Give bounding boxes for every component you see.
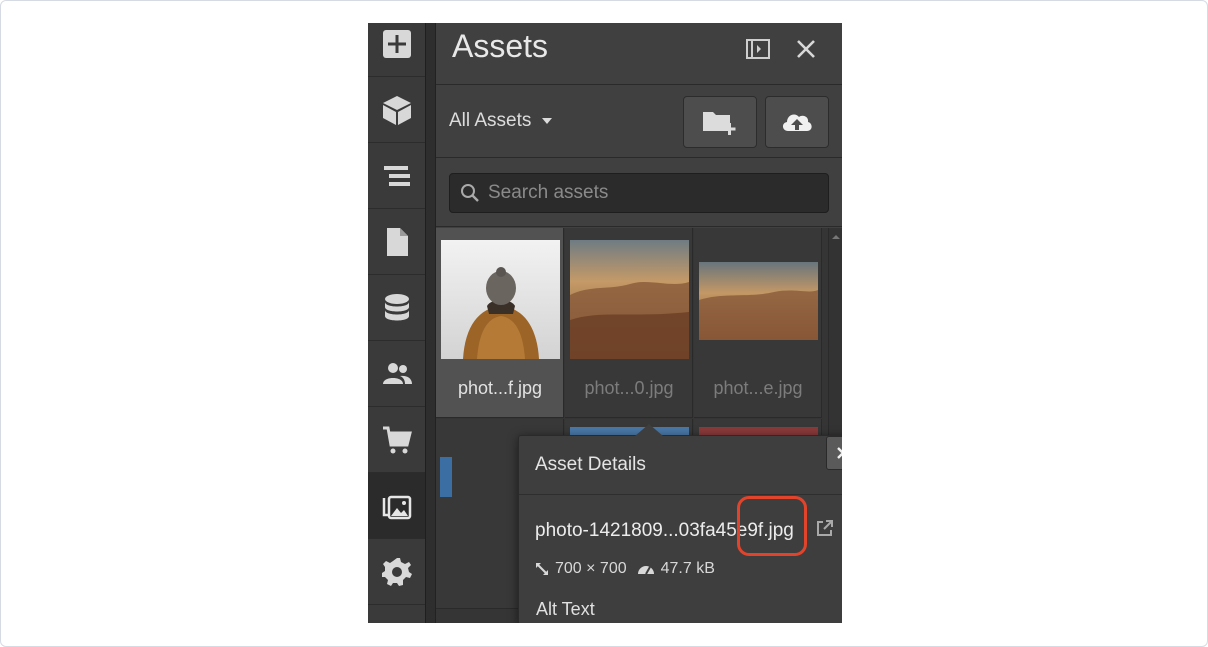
cloud-upload-icon xyxy=(782,114,812,131)
search-icon xyxy=(461,184,479,202)
asset-thumbnail xyxy=(440,457,452,497)
asset-name: phot...e.jpg xyxy=(713,378,803,398)
chevron-down-icon xyxy=(542,118,553,124)
users-icon xyxy=(382,362,412,384)
left-toolbar xyxy=(368,23,426,623)
upload-button[interactable] xyxy=(765,96,829,148)
asset-dimensions: 700 × 700 xyxy=(555,560,627,577)
settings-icon xyxy=(381,557,412,586)
filter-label: All Assets xyxy=(449,110,532,131)
divider xyxy=(519,494,842,495)
asset-thumbnail xyxy=(570,240,689,359)
assets-icon xyxy=(382,495,411,519)
settings-button[interactable] xyxy=(368,539,425,605)
dimensions-icon xyxy=(536,563,548,575)
asset-link-actions xyxy=(815,518,842,538)
navigator-button[interactable] xyxy=(368,143,425,209)
cart-icon xyxy=(382,426,412,453)
new-folder-button[interactable] xyxy=(683,96,757,148)
assets-button[interactable] xyxy=(368,473,425,539)
add-icon xyxy=(382,29,411,58)
popover-close-button[interactable] xyxy=(826,436,842,470)
dock-panel-icon[interactable] xyxy=(744,35,772,63)
asset-name: phot...0.jpg xyxy=(584,378,674,398)
scroll-up-icon xyxy=(832,235,840,239)
cms-icon xyxy=(384,293,409,320)
rail-divider xyxy=(426,23,436,623)
asset-name: phot...f.jpg xyxy=(457,378,543,398)
asset-filter-dropdown[interactable]: All Assets xyxy=(449,110,553,132)
box-icon xyxy=(382,95,411,125)
asset-meta: 700 × 700 47.7 kB xyxy=(535,560,715,578)
panel-header: Assets xyxy=(436,23,842,85)
cms-button[interactable] xyxy=(368,275,425,341)
navigator-icon xyxy=(383,165,410,186)
popover-title: Asset Details xyxy=(535,454,646,475)
search-input[interactable] xyxy=(488,182,808,204)
asset-tile[interactable]: phot...f.jpg xyxy=(436,228,564,418)
asset-tile[interactable]: phot...e.jpg xyxy=(694,228,822,418)
folder-add-icon xyxy=(703,112,736,135)
highlight-annotation xyxy=(737,496,807,556)
asset-size: 47.7 kB xyxy=(660,560,715,577)
close-icon[interactable] xyxy=(792,35,820,63)
add-panel-button[interactable] xyxy=(368,23,425,77)
ecommerce-button[interactable] xyxy=(368,407,425,473)
search-bar xyxy=(436,159,842,227)
alt-text-label: Alt Text xyxy=(536,599,595,619)
assets-toolbar: All Assets xyxy=(436,86,842,158)
asset-tile[interactable]: phot...0.jpg xyxy=(565,228,693,418)
users-button[interactable] xyxy=(368,341,425,407)
open-in-new-tab-icon[interactable] xyxy=(815,518,835,538)
panel-title: Assets xyxy=(452,28,549,64)
popover-arrow xyxy=(635,424,663,436)
file-size-icon xyxy=(637,566,654,575)
asset-thumbnail xyxy=(441,240,560,359)
asset-thumbnail xyxy=(699,262,818,340)
pages-button[interactable] xyxy=(368,209,425,275)
symbols-button[interactable] xyxy=(368,77,425,143)
close-icon xyxy=(837,447,842,459)
pages-icon xyxy=(386,227,408,256)
search-field[interactable] xyxy=(449,173,829,213)
